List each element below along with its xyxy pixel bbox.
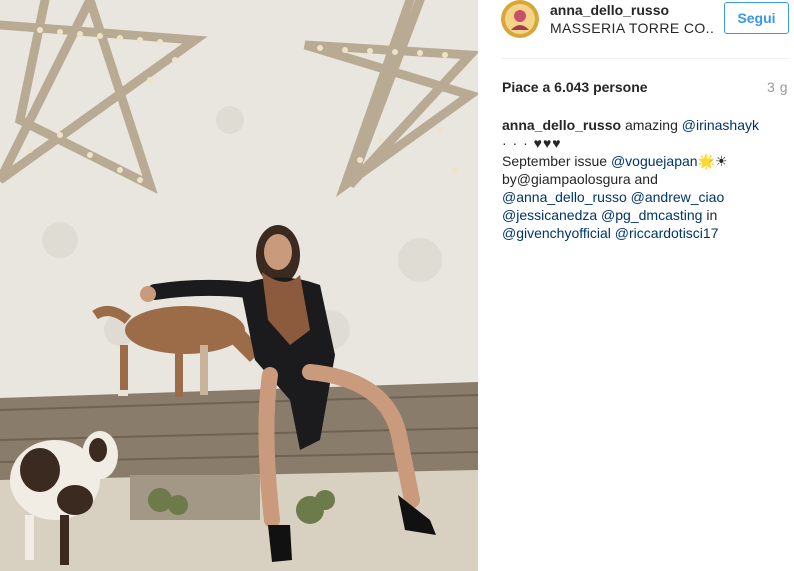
mention-link[interactable]: @riccardotisci17 bbox=[615, 225, 719, 241]
mention-link[interactable]: @irinashayk bbox=[682, 117, 759, 133]
header-username[interactable]: anna_dello_russo bbox=[550, 2, 669, 18]
caption-line-2: · · · ♥♥♥ bbox=[502, 135, 562, 151]
mention-link[interactable]: @voguejapan bbox=[611, 153, 698, 169]
caption-line-5: @anna_dello_russo @andrew_ciao bbox=[502, 188, 790, 206]
header-divider bbox=[502, 58, 788, 59]
caption-text: in bbox=[706, 207, 718, 223]
post-image[interactable] bbox=[0, 0, 478, 571]
caption-text: amazing bbox=[624, 117, 678, 133]
avatar-image bbox=[501, 0, 539, 38]
mention-link[interactable]: @andrew_ciao bbox=[631, 189, 725, 205]
post-caption: anna_dello_russo amazing @irinashayk · ·… bbox=[502, 116, 790, 242]
caption-author[interactable]: anna_dello_russo bbox=[502, 117, 621, 133]
follow-button[interactable]: Segui bbox=[724, 2, 789, 34]
mention-link[interactable]: @jessicanedza bbox=[502, 207, 597, 223]
caption-line-1: anna_dello_russo amazing @irinashayk bbox=[502, 116, 790, 134]
mention-link[interactable]: @pg_dmcasting bbox=[601, 207, 702, 223]
mention-link[interactable]: @anna_dello_russo bbox=[502, 189, 627, 205]
header-location[interactable]: MASSERIA TORRE CO.. bbox=[550, 20, 714, 36]
post-sidebar: anna_dello_russo MASSERIA TORRE CO.. Seg… bbox=[478, 0, 794, 571]
mention-link[interactable]: @givenchyofficial bbox=[502, 225, 611, 241]
post-timestamp[interactable]: 3 g bbox=[767, 79, 788, 95]
profile-avatar[interactable] bbox=[501, 0, 539, 38]
caption-emoji: 🌟☀ bbox=[697, 153, 728, 169]
caption-line-7: @givenchyofficial @riccardotisci17 bbox=[502, 224, 790, 242]
caption-text: September issue bbox=[502, 153, 608, 169]
caption-line-6: @jessicanedza @pg_dmcasting in bbox=[502, 206, 790, 224]
caption-line-4: by@giampaolosgura and bbox=[502, 171, 658, 187]
likes-count[interactable]: Piace a 6.043 persone bbox=[502, 79, 648, 95]
caption-line-3: September issue @voguejapan🌟☀ bbox=[502, 152, 790, 170]
post-header: anna_dello_russo MASSERIA TORRE CO.. Seg… bbox=[478, 0, 794, 58]
post-photo-illustration bbox=[0, 0, 478, 571]
